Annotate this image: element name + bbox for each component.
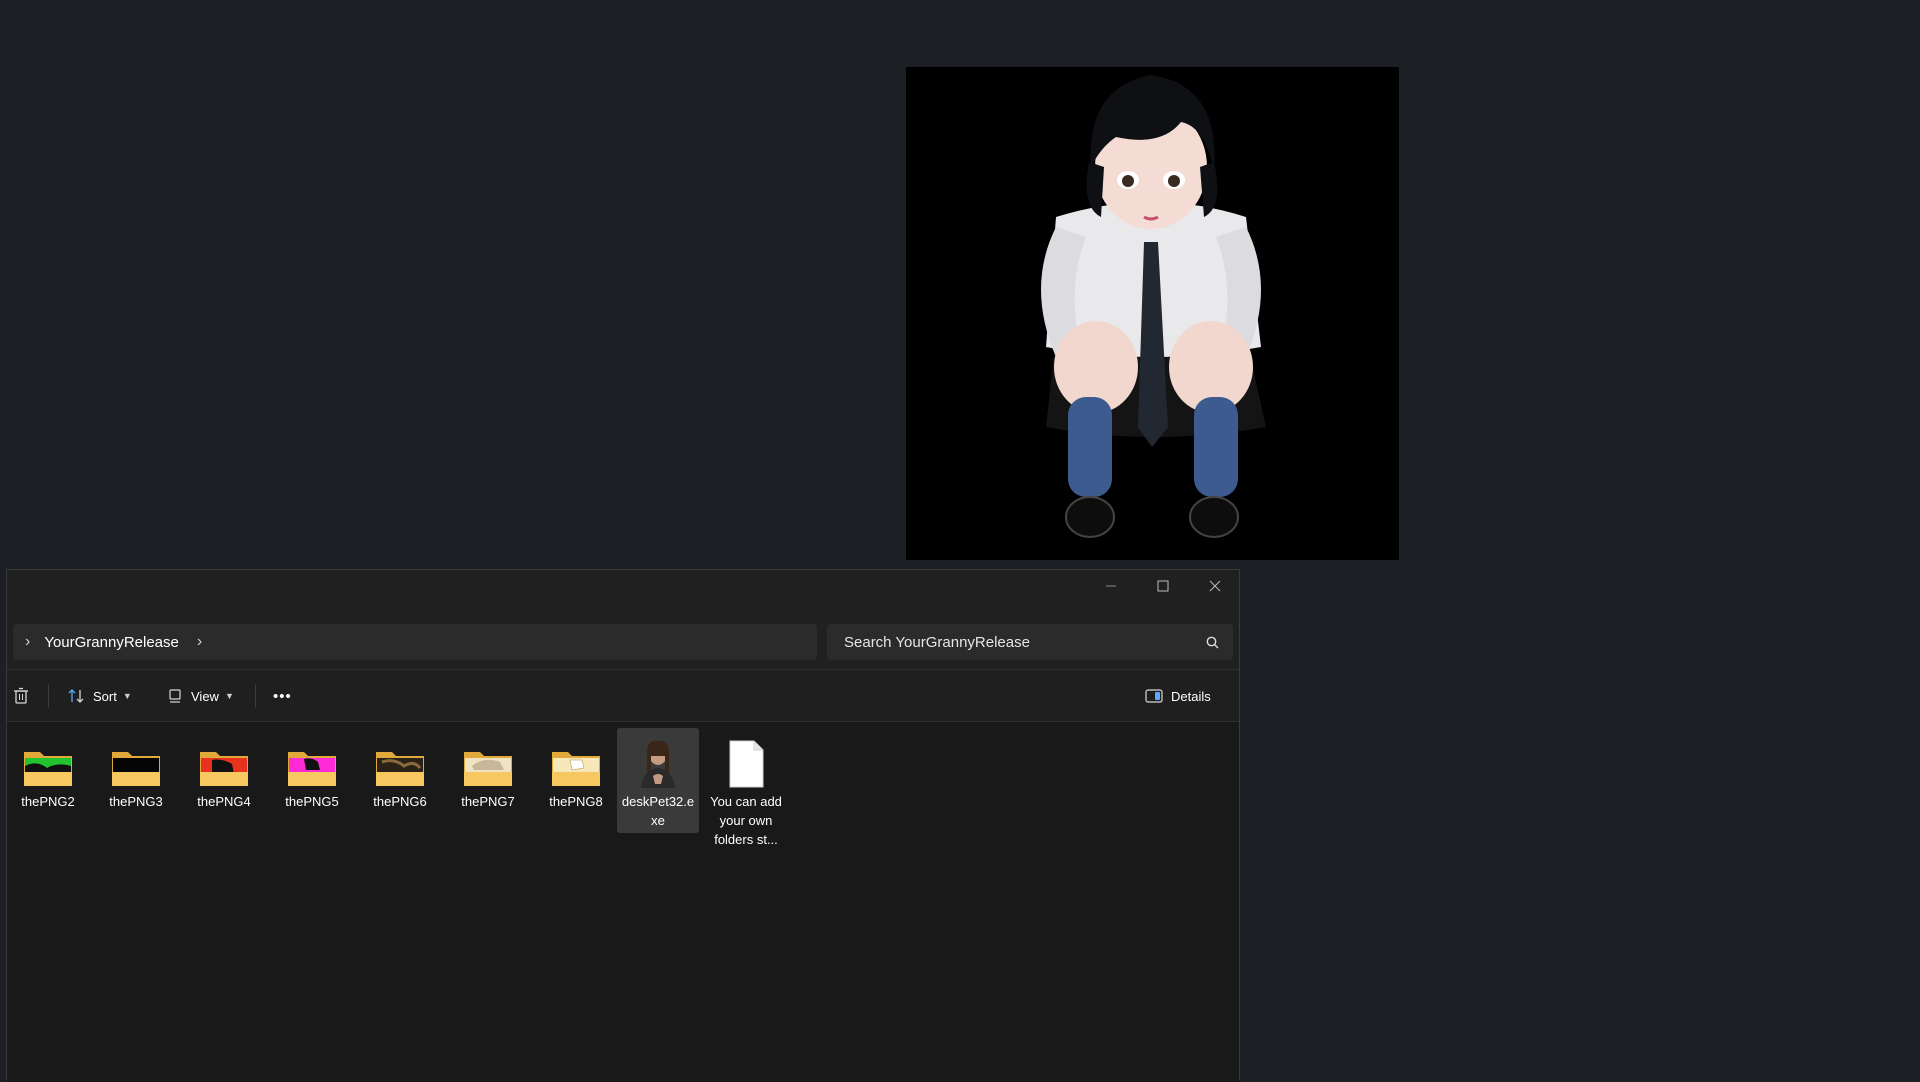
trash-icon bbox=[13, 687, 29, 705]
sort-label: Sort bbox=[93, 689, 117, 704]
delete-button[interactable] bbox=[13, 670, 29, 722]
chevron-down-icon: ▼ bbox=[123, 691, 132, 701]
folder-item[interactable]: thePNG7 bbox=[447, 732, 529, 811]
folder-item[interactable]: thePNG5 bbox=[271, 732, 353, 811]
folder-item[interactable]: thePNG3 bbox=[95, 732, 177, 811]
command-bar: Sort ▼ View ▼ ••• Details bbox=[7, 670, 1239, 722]
more-icon: ••• bbox=[273, 688, 292, 705]
address-row: › YourGrannyRelease › Search YourGrannyR… bbox=[7, 614, 1239, 670]
item-label: thePNG7 bbox=[447, 792, 529, 811]
item-label: thePNG5 bbox=[271, 792, 353, 811]
folder-icon bbox=[22, 746, 74, 788]
desk-pet-window[interactable] bbox=[906, 67, 1399, 560]
item-label: deskPet32.exe bbox=[617, 792, 699, 830]
item-label: thePNG2 bbox=[7, 792, 89, 811]
view-button[interactable]: View ▼ bbox=[167, 670, 234, 722]
folder-icon bbox=[286, 746, 338, 788]
view-icon bbox=[167, 688, 183, 704]
text-file-icon bbox=[728, 740, 764, 788]
folder-icon bbox=[462, 746, 514, 788]
more-options-button[interactable]: ••• bbox=[273, 670, 292, 722]
folder-icon bbox=[198, 746, 250, 788]
maximize-button[interactable] bbox=[1137, 570, 1189, 602]
sort-button[interactable]: Sort ▼ bbox=[67, 670, 132, 722]
close-icon bbox=[1209, 580, 1221, 592]
chevron-right-icon[interactable]: › bbox=[25, 633, 30, 651]
folder-icon bbox=[110, 746, 162, 788]
close-button[interactable] bbox=[1189, 570, 1241, 602]
file-list: thePNG2 thePNG3 bbox=[7, 722, 1239, 1082]
exe-item[interactable]: deskPet32.exe bbox=[617, 728, 699, 833]
sort-icon bbox=[67, 688, 85, 704]
breadcrumb-folder[interactable]: YourGrannyRelease bbox=[44, 634, 179, 651]
minimize-icon bbox=[1105, 580, 1117, 592]
folder-item[interactable]: thePNG2 bbox=[7, 732, 89, 811]
exe-app-icon bbox=[635, 738, 681, 788]
details-pane-button[interactable]: Details bbox=[1145, 670, 1211, 722]
desktop: › YourGrannyRelease › Search YourGrannyR… bbox=[0, 0, 1920, 1080]
chevron-right-icon[interactable]: › bbox=[197, 633, 202, 651]
item-label: thePNG6 bbox=[359, 792, 441, 811]
item-label: thePNG3 bbox=[95, 792, 177, 811]
toolbar-divider bbox=[255, 684, 256, 708]
details-pane-icon bbox=[1145, 689, 1163, 703]
title-bar[interactable] bbox=[7, 570, 1239, 614]
view-label: View bbox=[191, 689, 219, 704]
address-bar[interactable]: › YourGrannyRelease › bbox=[13, 624, 817, 660]
search-icon[interactable] bbox=[1206, 636, 1219, 649]
search-placeholder: Search YourGrannyRelease bbox=[844, 634, 1206, 651]
text-file-item[interactable]: You can add your own folders st... bbox=[705, 732, 787, 849]
minimize-button[interactable] bbox=[1085, 570, 1137, 602]
chevron-down-icon: ▼ bbox=[225, 691, 234, 701]
details-label: Details bbox=[1171, 689, 1211, 704]
folder-item[interactable]: thePNG6 bbox=[359, 732, 441, 811]
maximize-icon bbox=[1157, 580, 1169, 592]
toolbar-divider bbox=[48, 684, 49, 708]
file-explorer-window: › YourGrannyRelease › Search YourGrannyR… bbox=[6, 569, 1240, 1080]
folder-item[interactable]: thePNG8 bbox=[535, 732, 617, 811]
desk-pet-character[interactable] bbox=[906, 67, 1399, 560]
item-label: You can add your own folders st... bbox=[705, 792, 787, 849]
folder-item[interactable]: thePNG4 bbox=[183, 732, 265, 811]
folder-icon bbox=[374, 746, 426, 788]
item-label: thePNG4 bbox=[183, 792, 265, 811]
item-label: thePNG8 bbox=[535, 792, 617, 811]
folder-icon bbox=[550, 746, 602, 788]
search-input[interactable]: Search YourGrannyRelease bbox=[827, 624, 1233, 660]
